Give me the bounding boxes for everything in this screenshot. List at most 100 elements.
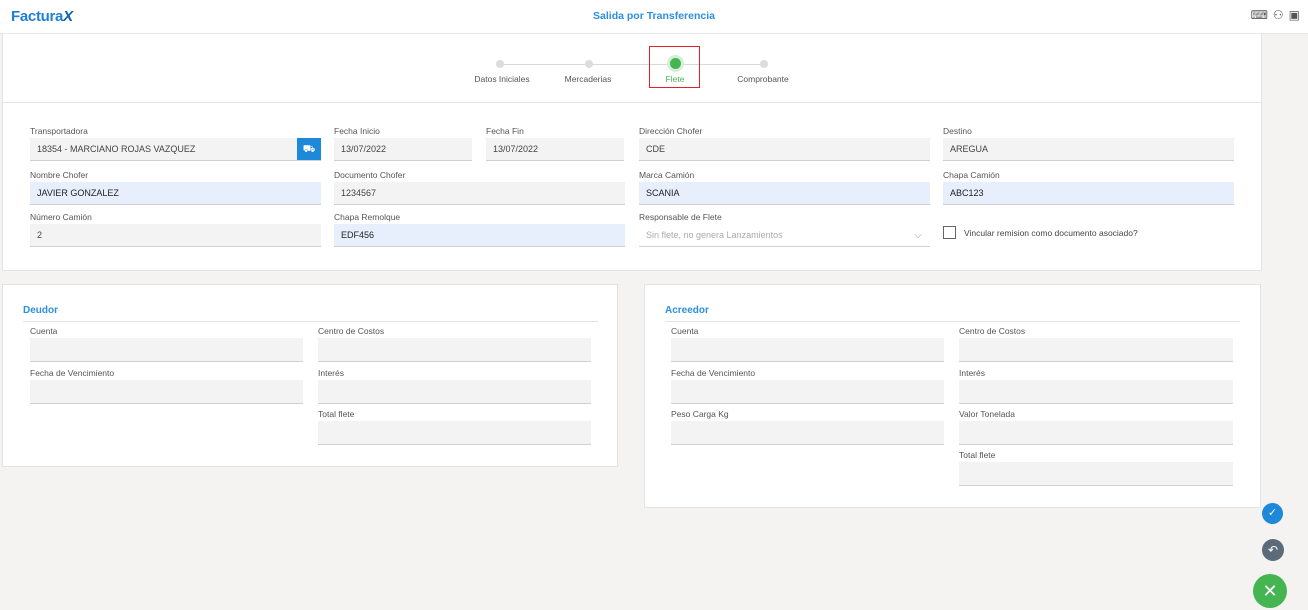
- fecha-inicio-field: Fecha Inicio 13/07/2022: [334, 125, 472, 161]
- deudor-divider: [23, 321, 598, 322]
- acreedor-divider: [665, 321, 1240, 322]
- deudor-title: Deudor: [23, 305, 58, 316]
- deudor-total-flete-input[interactable]: [318, 421, 591, 445]
- acreedor-valor-tonelada-label: Valor Tonelada: [959, 409, 1015, 419]
- header-icons: ⌨ ⚇ ▣: [1251, 8, 1300, 22]
- confirm-button[interactable]: ✓: [1262, 503, 1283, 524]
- numero-camion-input[interactable]: 2: [30, 224, 321, 247]
- acreedor-title: Acreedor: [665, 305, 709, 316]
- deudor-fecha-vencimiento-label: Fecha de Vencimiento: [30, 368, 115, 378]
- close-icon: ✕: [1262, 581, 1278, 601]
- users-icon[interactable]: ⚇: [1273, 8, 1284, 22]
- acreedor-fecha-vencimiento-input[interactable]: [671, 380, 944, 404]
- deudor-interes-field: Interés: [318, 367, 591, 404]
- transportadora-value: 18354 - MARCIANO ROJAS VAZQUEZ: [37, 144, 196, 154]
- numero-camion-field: Número Camión 2: [30, 211, 321, 247]
- current-step-highlight: [649, 46, 700, 88]
- step-dot-datos-iniciales[interactable]: [496, 60, 504, 68]
- deudor-fecha-vencimiento-input[interactable]: [30, 380, 303, 404]
- fecha-fin-label: Fecha Fin: [486, 126, 524, 136]
- acreedor-centro-costos-label: Centro de Costos: [959, 326, 1026, 336]
- numero-camion-label: Número Camión: [30, 212, 92, 222]
- vincular-remision-label[interactable]: Vincular remision como documento asociad…: [964, 228, 1138, 238]
- chapa-camion-field: Chapa Camión ABC123: [943, 169, 1234, 205]
- fecha-fin-field: Fecha Fin 13/07/2022: [486, 125, 624, 161]
- stepper-card: Datos Iniciales Mercaderias Flete Compro…: [2, 34, 1262, 103]
- chapa-remolque-field: Chapa Remolque EDF456: [334, 211, 625, 247]
- chapa-camion-label: Chapa Camión: [943, 170, 1000, 180]
- acreedor-cuenta-label: Cuenta: [671, 326, 699, 336]
- responsable-flete-value: Sin flete, no genera Lanzamientos: [646, 230, 783, 240]
- responsable-flete-field: Responsable de Flete Sin flete, no gener…: [639, 211, 930, 247]
- deudor-centro-costos-field: Centro de Costos: [318, 325, 591, 362]
- chapa-camion-input[interactable]: ABC123: [943, 182, 1234, 205]
- vincular-remision-checkbox[interactable]: [943, 226, 956, 239]
- nombre-chofer-label: Nombre Chofer: [30, 170, 89, 180]
- fecha-inicio-input[interactable]: 13/07/2022: [334, 138, 472, 161]
- acreedor-valor-tonelada-input[interactable]: [959, 421, 1233, 445]
- documento-chofer-field: Documento Chofer 1234567: [334, 169, 625, 205]
- acreedor-peso-carga-field: Peso Carga Kg: [671, 408, 944, 445]
- step-label-datos-iniciales[interactable]: Datos Iniciales: [474, 74, 529, 84]
- deudor-total-flete-label: Total flete: [318, 409, 355, 419]
- acreedor-interes-label: Interés: [959, 368, 985, 378]
- step-label-mercaderias[interactable]: Mercaderias: [565, 74, 612, 84]
- step-label-comprobante[interactable]: Comprobante: [737, 74, 789, 84]
- direccion-chofer-input[interactable]: CDE: [639, 138, 930, 161]
- deudor-cuenta-input[interactable]: [30, 338, 303, 362]
- close-button[interactable]: ✕: [1253, 574, 1287, 608]
- truck-icon: ⛟: [302, 144, 316, 155]
- direccion-chofer-field: Dirección Chofer CDE: [639, 125, 930, 161]
- transportadora-input[interactable]: 18354 - MARCIANO ROJAS VAZQUEZ ⛟: [30, 138, 321, 161]
- fecha-inicio-label: Fecha Inicio: [334, 126, 380, 136]
- deudor-centro-costos-input[interactable]: [318, 338, 591, 362]
- acreedor-fecha-vencimiento-label: Fecha de Vencimiento: [671, 368, 756, 378]
- acreedor-total-flete-label: Total flete: [959, 450, 996, 460]
- transportadora-label: Transportadora: [30, 126, 88, 136]
- screen-icon[interactable]: ▣: [1289, 8, 1300, 22]
- acreedor-total-flete-field: Total flete: [959, 449, 1233, 486]
- step-dot-comprobante[interactable]: [760, 60, 768, 68]
- acreedor-total-flete-input[interactable]: [959, 462, 1233, 486]
- destino-input[interactable]: AREGUA: [943, 138, 1234, 161]
- deudor-centro-costos-label: Centro de Costos: [318, 326, 385, 336]
- truck-search-button[interactable]: ⛟: [297, 138, 321, 160]
- acreedor-cuenta-field: Cuenta: [671, 325, 944, 362]
- acreedor-panel: Acreedor Cuenta Centro de Costos Fecha d…: [644, 284, 1261, 508]
- documento-chofer-label: Documento Chofer: [334, 170, 406, 180]
- keyboard-icon[interactable]: ⌨: [1251, 8, 1268, 22]
- step-dot-mercaderias[interactable]: [585, 60, 593, 68]
- deudor-cuenta-field: Cuenta: [30, 325, 303, 362]
- undo-icon: ↶: [1267, 543, 1279, 557]
- acreedor-centro-costos-field: Centro de Costos: [959, 325, 1233, 362]
- fecha-fin-input[interactable]: 13/07/2022: [486, 138, 624, 161]
- vincular-remision-option: Vincular remision como documento asociad…: [943, 226, 1138, 239]
- marca-camion-label: Marca Camión: [639, 170, 695, 180]
- acreedor-interes-field: Interés: [959, 367, 1233, 404]
- acreedor-centro-costos-input[interactable]: [959, 338, 1233, 362]
- nombre-chofer-field: Nombre Chofer JAVIER GONZALEZ: [30, 169, 321, 205]
- flete-form: Transportadora 18354 - MARCIANO ROJAS VA…: [2, 102, 1262, 271]
- destino-label: Destino: [943, 126, 972, 136]
- chevron-down-icon[interactable]: ⌵: [914, 224, 922, 246]
- marca-camion-field: Marca Camión SCANIA: [639, 169, 930, 205]
- transportadora-field: Transportadora 18354 - MARCIANO ROJAS VA…: [30, 125, 321, 161]
- acreedor-cuenta-input[interactable]: [671, 338, 944, 362]
- acreedor-fecha-vencimiento-field: Fecha de Vencimiento: [671, 367, 944, 404]
- chapa-remolque-input[interactable]: EDF456: [334, 224, 625, 247]
- deudor-interes-input[interactable]: [318, 380, 591, 404]
- acreedor-peso-carga-label: Peso Carga Kg: [671, 409, 729, 419]
- direccion-chofer-label: Dirección Chofer: [639, 126, 703, 136]
- deudor-cuenta-label: Cuenta: [30, 326, 58, 336]
- acreedor-interes-input[interactable]: [959, 380, 1233, 404]
- chapa-remolque-label: Chapa Remolque: [334, 212, 401, 222]
- acreedor-peso-carga-input[interactable]: [671, 421, 944, 445]
- back-button[interactable]: ↶: [1262, 539, 1284, 561]
- responsable-flete-label: Responsable de Flete: [639, 212, 722, 222]
- nombre-chofer-input[interactable]: JAVIER GONZALEZ: [30, 182, 321, 205]
- marca-camion-input[interactable]: SCANIA: [639, 182, 930, 205]
- responsable-flete-select[interactable]: Sin flete, no genera Lanzamientos ⌵: [639, 224, 930, 247]
- page-title: Salida por Transferencia: [593, 10, 715, 22]
- destino-field: Destino AREGUA: [943, 125, 1234, 161]
- documento-chofer-input[interactable]: 1234567: [334, 182, 625, 205]
